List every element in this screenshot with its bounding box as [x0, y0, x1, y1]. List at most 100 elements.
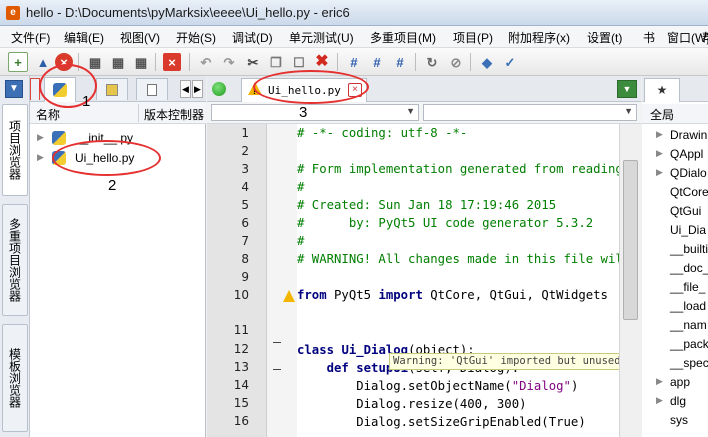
line-number: 14	[233, 378, 249, 392]
python-icon[interactable]: ◆	[477, 52, 497, 72]
menu-edit[interactable]: 编辑(E)	[62, 29, 106, 46]
python-file-icon	[52, 131, 66, 145]
code-view[interactable]: # -*- coding: utf-8 -*- # Form implement…	[297, 124, 619, 437]
line-number: 10	[233, 288, 249, 302]
code-line: # Form implementation generated from rea…	[297, 162, 619, 176]
menu-view[interactable]: 视图(V)	[118, 29, 162, 46]
expand-arrow-icon[interactable]: ▶	[656, 129, 663, 140]
outline-item-label: QAppl	[670, 147, 704, 161]
undo-icon[interactable]: ↶	[196, 52, 216, 72]
outline-item[interactable]: __load	[642, 297, 708, 316]
menu-unittest[interactable]: 单元测试(U)	[287, 29, 356, 46]
code-line: #	[297, 234, 305, 248]
scrollbar-thumb[interactable]	[623, 160, 638, 320]
outline-item[interactable]: Ui_Dia	[642, 221, 708, 240]
tab-resources[interactable]	[136, 78, 168, 100]
left-sidebar-tabs: ▼ 项目浏览器 多重项目浏览器 模板浏览器	[0, 76, 30, 437]
line-number: 13	[233, 360, 249, 374]
editor-scrollbar[interactable]	[619, 124, 641, 437]
code-line: Dialog.setSizeGripEnabled(True)	[297, 415, 586, 429]
search-icon[interactable]: ↻	[422, 52, 442, 72]
save-icon[interactable]: ▦	[85, 52, 105, 72]
menu-settings[interactable]: 设置(t)	[585, 29, 624, 46]
tab-project-browser[interactable]: 项目浏览器	[2, 104, 28, 196]
menu-debug[interactable]: 调试(D)	[230, 29, 275, 46]
outline-item[interactable]: __nam	[642, 316, 708, 335]
outline-item-label: Drawin	[670, 128, 708, 142]
tab-template-browser[interactable]: 模板浏览器	[2, 324, 28, 432]
outline-item-label: sys	[670, 413, 688, 427]
project-browser: ◀ ▶ 名称 版本控制器 ▶ __init__.py ▶ Ui_hello.py	[30, 76, 206, 437]
annotation-number-3: 3	[299, 104, 308, 121]
expand-arrow-icon[interactable]: ▶	[656, 395, 663, 406]
outline-item[interactable]: __spec	[642, 354, 708, 373]
expand-arrow-icon[interactable]: ▶	[656, 376, 663, 387]
menu-multiproject[interactable]: 多重项目(M)	[368, 29, 438, 46]
annotation-number-2: 2	[108, 177, 117, 194]
expand-arrow-icon[interactable]: ▶	[656, 167, 663, 178]
tab-multiproject-browser[interactable]: 多重项目浏览器	[2, 204, 28, 316]
expand-arrow-icon[interactable]: ▶	[37, 132, 44, 143]
spellcheck-icon[interactable]: ✓	[500, 52, 520, 72]
fold-marker-icon[interactable]	[273, 369, 281, 370]
method-combo[interactable]: ▼	[423, 104, 637, 121]
outline-item[interactable]: __file_	[642, 278, 708, 297]
warning-tooltip: Warning: 'QtGui' imported but unused.	[389, 353, 619, 370]
expand-arrow-icon[interactable]: ▶	[37, 152, 44, 163]
delete-icon[interactable]: ✖	[312, 52, 332, 72]
outline-item[interactable]: QtGui	[642, 202, 708, 221]
outline-item[interactable]: ▶ QDialo	[642, 164, 708, 183]
comment-icon[interactable]: #	[344, 52, 364, 72]
outline-item[interactable]: sys	[642, 411, 708, 430]
outline-item[interactable]: ▶ QAppl	[642, 145, 708, 164]
save-all-icon[interactable]: ▦	[131, 52, 151, 72]
annotation-circle-3	[253, 70, 369, 104]
line-number: 5	[241, 198, 249, 212]
tab-forms[interactable]	[96, 78, 128, 100]
annotation-number-1: 1	[82, 93, 91, 110]
app-icon: e	[6, 6, 20, 20]
outline-tab-icon[interactable]: ★	[644, 78, 680, 102]
outline-item[interactable]: QtCore	[642, 183, 708, 202]
menu-help[interactable]: 帮	[700, 29, 708, 46]
toggle-comment-icon[interactable]: #	[390, 52, 410, 72]
new-file-icon[interactable]: +	[8, 52, 28, 72]
outline-item[interactable]: ▶ dlg	[642, 392, 708, 411]
scroll-left-button[interactable]: ◀	[180, 80, 191, 98]
scroll-right-button[interactable]: ▶	[192, 80, 203, 98]
fold-marker-icon[interactable]	[273, 342, 281, 343]
stop-icon[interactable]: ⊘	[446, 52, 466, 72]
save-as-icon[interactable]: ▦	[108, 52, 128, 72]
redo-icon[interactable]: ↷	[219, 52, 239, 72]
class-combo[interactable]: ▼	[211, 104, 419, 121]
outline-pane: ★ 全局 ▶ Drawin ▶ QAppl ▶ QDialo QtCore QtGui Ui_D…	[642, 76, 708, 437]
outline-item[interactable]: __builti	[642, 240, 708, 259]
sidebar-toggle-icon[interactable]: ▼	[3, 79, 27, 99]
outline-item-label: app	[670, 375, 691, 389]
outline-item[interactable]: ▶ app	[642, 373, 708, 392]
copy-icon[interactable]: ❐	[266, 52, 286, 72]
menu-file[interactable]: 文件(F)	[9, 29, 52, 46]
outline-item-label: __pack	[670, 337, 708, 351]
tab-list-button[interactable]: ▼	[617, 80, 637, 98]
column-name[interactable]: 名称	[36, 106, 60, 123]
outline-item[interactable]: __doc_	[642, 259, 708, 278]
document-icon	[147, 83, 157, 96]
warning-marker-icon[interactable]	[283, 290, 295, 302]
cut-icon[interactable]: ✂	[243, 52, 263, 72]
column-vcs[interactable]: 版本控制器	[144, 106, 204, 123]
menu-start[interactable]: 开始(S)	[174, 29, 218, 46]
toolbar: + ▲ × ▦ ▦ ▦ × ↶ ↷ ✂ ❐ ☐ ✖ # # # ↻ ⊘ ◆ ✓	[0, 48, 708, 76]
outline-item[interactable]: ▶ Drawin	[642, 126, 708, 145]
line-number: 6	[241, 216, 249, 230]
menu-extras[interactable]: 附加程序(x)	[506, 29, 572, 46]
expand-arrow-icon[interactable]: ▶	[656, 148, 663, 159]
code-line-import: from PyQt5 import QtCore, QtGui, QtWidge…	[297, 288, 608, 302]
menu-project[interactable]: 项目(P)	[451, 29, 495, 46]
uncomment-icon[interactable]: #	[367, 52, 387, 72]
outline-item[interactable]: __pack	[642, 335, 708, 354]
marker-margin	[267, 124, 297, 437]
paste-icon[interactable]: ☐	[289, 52, 309, 72]
close-red-icon[interactable]: ×	[163, 53, 181, 71]
menu-bookmarks[interactable]: 书	[641, 29, 657, 46]
